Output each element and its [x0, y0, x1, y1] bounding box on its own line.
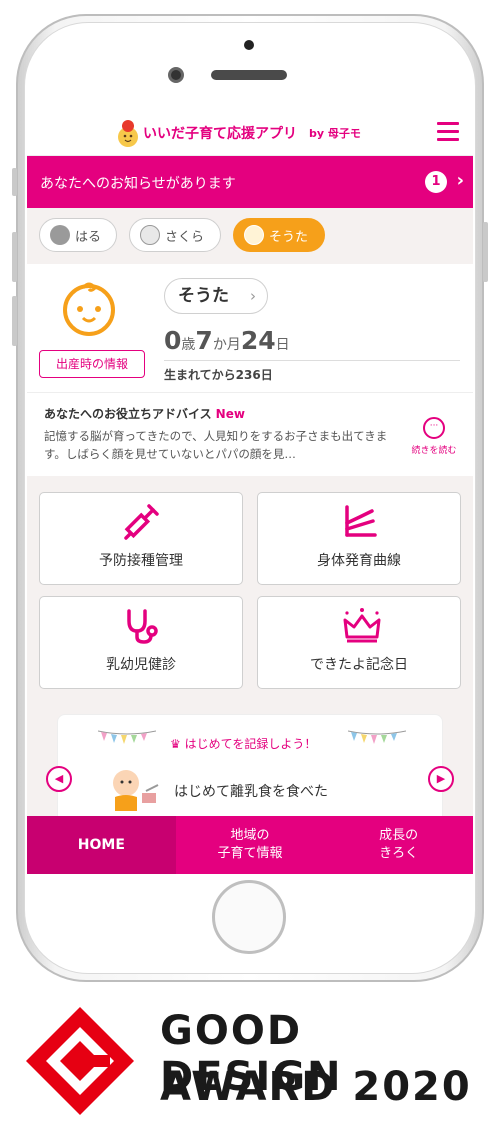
camera-dot	[244, 40, 254, 50]
boy-avatar-icon	[244, 225, 264, 245]
child-tab-label: はる	[75, 229, 102, 245]
chevron-right-icon: ›	[250, 287, 256, 305]
nav-local-info[interactable]: 地域の 子育て情報	[176, 816, 325, 874]
nav-home[interactable]: HOME	[27, 816, 176, 874]
bunting-right-icon	[348, 730, 406, 744]
card-label: できたよ記念日	[310, 657, 408, 673]
birth-info-button[interactable]: 出産時の情報	[39, 350, 145, 378]
health-checkup-card[interactable]: 乳幼児健診	[39, 596, 243, 689]
child-tab-sakura[interactable]: さくら	[129, 218, 221, 252]
baby-eating-illustration	[113, 770, 159, 811]
milestone-card[interactable]: できたよ記念日	[257, 596, 461, 689]
chevron-right-icon: ›	[456, 170, 464, 191]
age-months-unit: か月	[212, 337, 241, 353]
nav-growth-record[interactable]: 成長の きろく	[324, 816, 473, 874]
child-selector: はる さくら そうた	[27, 208, 473, 264]
side-button-volume-down	[12, 296, 17, 346]
fetus-avatar-icon	[50, 225, 70, 245]
firsts-title: ♛ はじめてを記録しよう！	[170, 737, 317, 751]
card-label: 身体発育曲線	[317, 553, 401, 569]
child-age: 0歳7か月24日	[164, 326, 290, 355]
age-days: 24	[240, 326, 276, 355]
app-header: いいだ子育て応援アプリ by 母子モ	[27, 110, 473, 156]
side-button-volume-up	[12, 232, 17, 282]
age-years-unit: 歳	[181, 337, 196, 353]
carousel-prev-button[interactable]: ◀	[46, 766, 72, 792]
app-screen: いいだ子育て応援アプリ by 母子モ あなたへのお知らせがあります 1 › はる…	[27, 110, 473, 874]
firsts-item: はじめて離乳食を食べた	[174, 784, 328, 800]
card-label: 予防接種管理	[99, 553, 183, 569]
good-design-g-mark-logo	[26, 1007, 134, 1115]
hamburger-menu-icon[interactable]	[437, 122, 459, 142]
advice-title: あなたへのお役立ちアドバイス New	[44, 405, 245, 422]
home-button[interactable]	[212, 880, 286, 954]
bottom-navigation: HOME 地域の 子育て情報 成長の きろく	[27, 816, 473, 874]
firsts-title-text: はじめてを記録しよう！	[184, 737, 317, 751]
baby-face-icon	[63, 282, 115, 336]
age-days-unit: 日	[275, 337, 290, 353]
advice-title-text: あなたへのお役立ちアドバイス	[44, 407, 212, 421]
girl-avatar-icon	[140, 225, 160, 245]
growth-curve-card[interactable]: 身体発育曲線	[257, 492, 461, 585]
app-logo-icon	[118, 120, 138, 147]
syringe-icon	[124, 504, 159, 540]
front-camera-icon	[168, 67, 184, 83]
speaker-grille	[211, 70, 287, 80]
notification-count-badge: 1	[425, 171, 447, 193]
read-more-label: 続きを読む	[411, 446, 457, 456]
firsts-carousel[interactable]: ♛ はじめてを記録しよう！ はじめて離乳食を食べた	[57, 714, 443, 824]
growth-curve-icon	[345, 505, 377, 537]
award-title-line2: AWARD 2020	[160, 1064, 472, 1110]
stethoscope-icon	[127, 609, 158, 644]
brand-label: by 母子モ	[309, 127, 361, 140]
new-badge: New	[215, 407, 245, 421]
age-months: 7	[195, 326, 213, 355]
child-tab-haru[interactable]: はる	[39, 218, 117, 252]
child-name-button[interactable]: そうた ›	[164, 278, 268, 314]
child-tab-label: そうた	[269, 229, 309, 245]
age-years: 0	[164, 326, 182, 355]
advice-section[interactable]: あなたへのお役立ちアドバイス New 記憶する脳が育ってきたので、人見知りをするお…	[27, 392, 473, 476]
child-name: そうた	[178, 286, 229, 306]
divider	[164, 360, 460, 361]
read-more-button[interactable]: ··· 続きを読む	[409, 417, 459, 456]
carousel-next-button[interactable]: ▶	[428, 766, 454, 792]
vaccination-card[interactable]: 予防接種管理	[39, 492, 243, 585]
notification-bar[interactable]: あなたへのお知らせがあります 1 ›	[27, 156, 473, 208]
app-title: いいだ子育て応援アプリ	[143, 126, 297, 142]
side-button-power	[483, 222, 488, 282]
card-label: 乳幼児健診	[106, 657, 176, 673]
child-tab-souta[interactable]: そうた	[233, 218, 325, 252]
child-profile: 出産時の情報 そうた › 0歳7か月24日 生まれてから236日	[27, 264, 473, 392]
days-since-birth: 生まれてから236日	[164, 368, 273, 382]
advice-body: 記憶する脳が育ってきたので、人見知りをするお子さまも出てきます。しばらく顔を見せ…	[44, 429, 388, 461]
child-tab-label: さくら	[165, 229, 205, 245]
notification-text: あなたへのお知らせがあります	[40, 176, 236, 192]
bunting-left-icon	[98, 730, 156, 744]
side-button-mute	[12, 168, 17, 196]
crown-icon	[343, 608, 381, 643]
speech-bubble-icon: ···	[423, 417, 445, 439]
